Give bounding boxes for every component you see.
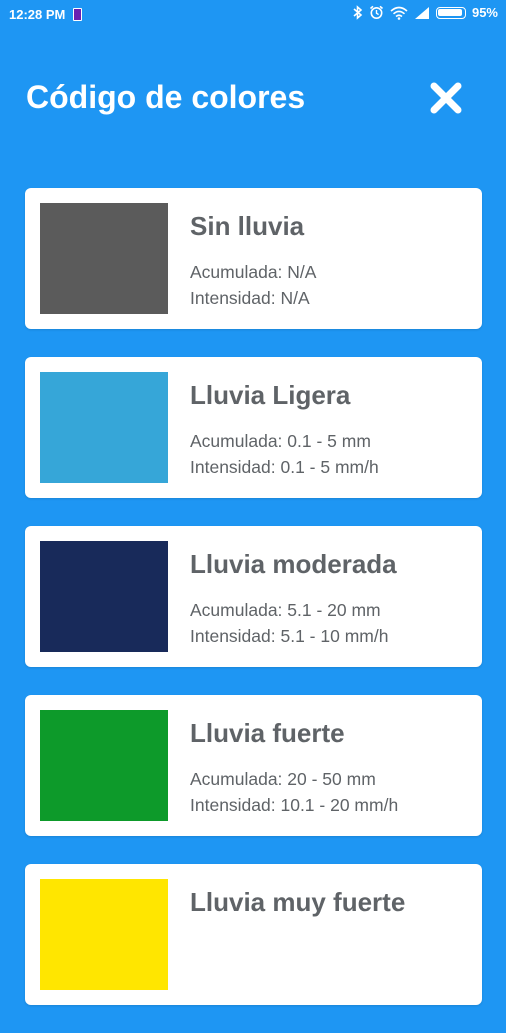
accumulated-label: Acumulada: 5.1 - 20 mm [190,600,381,620]
card-title: Lluvia muy fuerte [190,887,406,917]
color-swatch [40,710,168,821]
bluetooth-icon [352,5,363,20]
accumulated-label: Acumulada: 20 - 50 mm [190,769,376,789]
status-right: 95% [352,5,498,20]
color-swatch [40,372,168,483]
signal-icon [414,6,430,20]
battery-percent: 95% [471,5,498,20]
close-icon [430,82,462,114]
card-title: Lluvia fuerte [190,718,345,748]
card-title: Lluvia moderada [190,549,397,579]
notification-icon [73,8,83,21]
status-bar: 12:28 PM 95% [0,0,506,28]
intensity-label: Intensidad: 0.1 - 5 mm/h [190,457,379,477]
color-swatch [40,541,168,652]
wifi-icon [390,6,408,20]
legend-card-lluvia-moderada: Lluvia moderada Acumulada: 5.1 - 20 mm I… [25,526,482,667]
battery-level [438,9,463,16]
legend-card-lluvia-muy-fuerte: Lluvia muy fuerte [25,864,482,1005]
status-time: 12:28 PM [9,7,66,22]
header: Código de colores [26,70,480,126]
status-left: 12:28 PM [9,7,83,22]
intensity-label: Intensidad: 10.1 - 20 mm/h [190,795,399,815]
intensity-label: Intensidad: N/A [190,288,310,308]
intensity-label: Intensidad: 5.1 - 10 mm/h [190,626,389,646]
battery-icon [435,6,466,19]
color-legend-list: Sin lluvia Acumulada: N/A Intensidad: N/… [25,188,482,1033]
close-button[interactable] [428,80,464,116]
card-title: Sin lluvia [190,211,305,241]
legend-card-sin-lluvia: Sin lluvia Acumulada: N/A Intensidad: N/… [25,188,482,329]
accumulated-label: Acumulada: N/A [190,262,317,282]
color-swatch [40,203,168,314]
color-swatch [40,879,168,990]
card-title: Lluvia Ligera [190,380,351,410]
page-title: Código de colores [26,79,306,115]
accumulated-label: Acumulada: 0.1 - 5 mm [190,431,371,451]
legend-card-lluvia-fuerte: Lluvia fuerte Acumulada: 20 - 50 mm Inte… [25,695,482,836]
alarm-icon [369,5,384,20]
legend-card-lluvia-ligera: Lluvia Ligera Acumulada: 0.1 - 5 mm Inte… [25,357,482,498]
